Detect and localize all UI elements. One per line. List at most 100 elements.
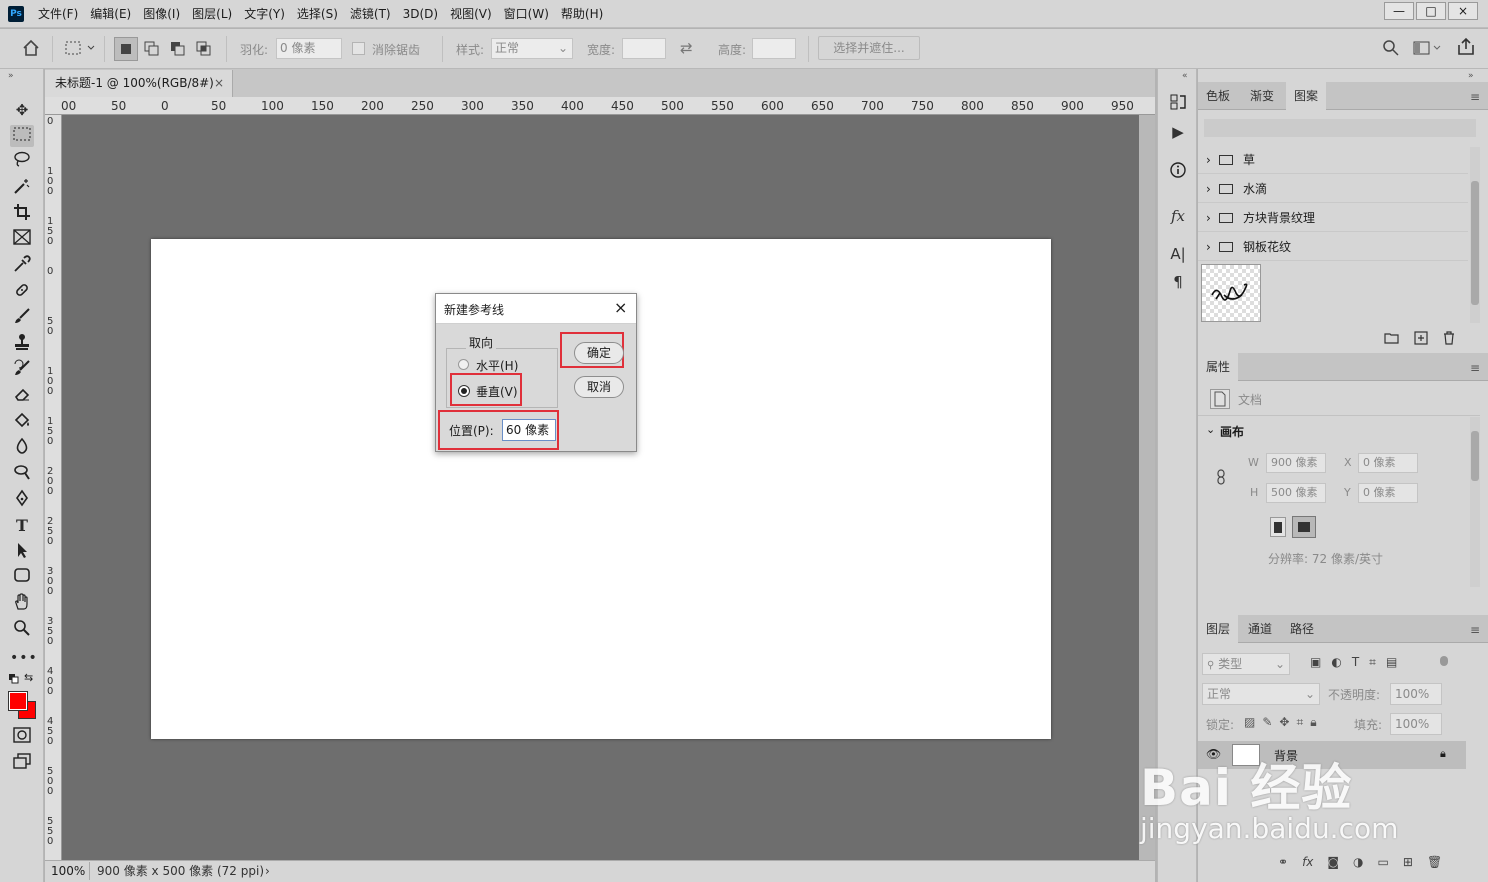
- subtract-selection-icon[interactable]: [168, 39, 188, 62]
- healing-brush-tool-icon[interactable]: [10, 281, 34, 303]
- tab-swatches[interactable]: 色板: [1198, 82, 1238, 110]
- frame-tool-icon[interactable]: [10, 229, 34, 251]
- canvas-x-input[interactable]: 0 像素: [1358, 453, 1418, 473]
- position-input[interactable]: 60 像素: [502, 419, 556, 441]
- adjustment-filter-icon[interactable]: ◐: [1331, 655, 1341, 670]
- canvas-width-input[interactable]: 900 像素: [1266, 453, 1326, 473]
- add-selection-icon[interactable]: [142, 39, 162, 62]
- panel-menu-icon[interactable]: ≡: [1470, 361, 1480, 375]
- type-filter-icon[interactable]: T: [1352, 655, 1359, 670]
- zoom-level[interactable]: 100%: [51, 861, 85, 881]
- pattern-folder[interactable]: › 水滴: [1198, 175, 1468, 203]
- close-tab-icon[interactable]: ×: [214, 70, 224, 97]
- pen-tool-icon[interactable]: [10, 489, 34, 511]
- tab-layers[interactable]: 图层: [1198, 615, 1239, 643]
- screen-mode-icon[interactable]: [10, 753, 34, 775]
- menu-file[interactable]: 文件(F): [32, 0, 84, 28]
- share-icon[interactable]: [1456, 37, 1476, 60]
- canvas-height-input[interactable]: 500 像素: [1266, 483, 1326, 503]
- vertical-ruler[interactable]: 0 1 0 0 1 5 0 0 5 0 1 0 0 1 5 0 2 0 0 2 5 0 3 0 0…: [45, 115, 62, 860]
- eraser-tool-icon[interactable]: [10, 385, 34, 407]
- menu-help[interactable]: 帮助(H): [555, 0, 609, 28]
- default-colors-icon[interactable]: [8, 673, 20, 688]
- blend-mode-select[interactable]: 正常 ⌄: [1202, 683, 1320, 705]
- paint-bucket-tool-icon[interactable]: [10, 411, 34, 433]
- more-tools-icon[interactable]: •••: [10, 647, 37, 669]
- new-pattern-icon[interactable]: [1414, 331, 1428, 348]
- pattern-folder[interactable]: › 钢板花纹: [1198, 233, 1468, 261]
- menu-layer[interactable]: 图层(L): [186, 0, 238, 28]
- properties-scrollbar[interactable]: [1470, 417, 1480, 587]
- tab-paths[interactable]: 路径: [1282, 615, 1322, 643]
- menu-filter[interactable]: 滤镜(T): [344, 0, 397, 28]
- menu-select[interactable]: 选择(S): [291, 0, 344, 28]
- style-select[interactable]: 正常 ⌄: [491, 38, 573, 59]
- shape-filter-icon[interactable]: ⌗: [1369, 655, 1376, 670]
- history-panel-icon[interactable]: [1166, 93, 1190, 115]
- minimize-button[interactable]: —: [1384, 2, 1414, 20]
- trash-icon[interactable]: [1442, 331, 1456, 348]
- zoom-tool-icon[interactable]: [10, 619, 34, 641]
- landscape-orientation-icon[interactable]: [1292, 516, 1316, 538]
- crop-tool-icon[interactable]: [10, 203, 34, 225]
- menu-window[interactable]: 窗口(W): [498, 0, 555, 28]
- horizontal-radio[interactable]: [458, 359, 469, 370]
- antialias-checkbox[interactable]: [352, 42, 365, 55]
- link-icon[interactable]: [1216, 469, 1226, 488]
- tab-patterns[interactable]: 图案: [1286, 82, 1327, 110]
- workspace-icon[interactable]: [1412, 39, 1442, 60]
- horizontal-ruler[interactable]: 00 50 0 50 100 150 200 250 300 350 400 450 500 550 600…: [45, 97, 1155, 115]
- search-icon[interactable]: [1382, 39, 1400, 60]
- menu-edit[interactable]: 编辑(E): [84, 0, 137, 28]
- menu-type[interactable]: 文字(Y): [238, 0, 291, 28]
- intersect-selection-icon[interactable]: [194, 39, 214, 62]
- quick-mask-icon[interactable]: [10, 727, 34, 749]
- smart-object-filter-icon[interactable]: ▤: [1386, 655, 1397, 670]
- pattern-search-bar[interactable]: [1204, 119, 1476, 137]
- cancel-button[interactable]: 取消: [574, 376, 624, 398]
- lock-artboard-icon[interactable]: ⌗: [1296, 715, 1303, 730]
- feather-input[interactable]: 0 像素: [276, 38, 342, 59]
- new-selection-icon[interactable]: [114, 37, 138, 61]
- panel-menu-icon[interactable]: ≡: [1470, 623, 1480, 637]
- portrait-orientation-icon[interactable]: [1270, 517, 1286, 537]
- expand-icon[interactable]: »: [1468, 71, 1474, 81]
- vertical-radio[interactable]: [458, 385, 470, 397]
- actions-play-icon[interactable]: ▶: [1166, 121, 1190, 143]
- swap-dimensions-icon[interactable]: ⇄: [680, 39, 693, 57]
- hand-tool-icon[interactable]: [10, 593, 34, 615]
- clone-stamp-tool-icon[interactable]: [10, 333, 34, 355]
- layer-filter-select[interactable]: ⚲ 类型 ⌄: [1202, 653, 1290, 675]
- new-group-icon[interactable]: [1384, 331, 1400, 348]
- collapse-icon[interactable]: »: [8, 71, 14, 81]
- menu-image[interactable]: 图像(I): [137, 0, 186, 28]
- styles-fx-icon[interactable]: fx: [1166, 205, 1190, 227]
- menu-view[interactable]: 视图(V): [444, 0, 498, 28]
- ok-button[interactable]: 确定: [574, 342, 624, 364]
- eyedropper-tool-icon[interactable]: [10, 255, 34, 277]
- panel-menu-icon[interactable]: ≡: [1470, 90, 1480, 104]
- height-input[interactable]: [752, 38, 796, 59]
- fill-input[interactable]: 100%: [1390, 713, 1442, 735]
- history-brush-tool-icon[interactable]: [10, 359, 34, 381]
- filter-toggle-icon[interactable]: [1440, 656, 1448, 666]
- tab-properties[interactable]: 属性: [1198, 353, 1239, 381]
- patterns-scrollbar[interactable]: [1470, 147, 1480, 323]
- magic-wand-tool-icon[interactable]: [10, 177, 34, 199]
- lasso-tool-icon[interactable]: [10, 151, 34, 173]
- character-panel-icon[interactable]: A|: [1166, 243, 1190, 265]
- canvas-y-input[interactable]: 0 像素: [1358, 483, 1418, 503]
- path-selection-tool-icon[interactable]: [10, 541, 34, 563]
- pattern-folder[interactable]: › 草: [1198, 146, 1468, 174]
- tab-gradients[interactable]: 渐变: [1242, 82, 1282, 110]
- brush-tool-icon[interactable]: [10, 307, 34, 329]
- maximize-button[interactable]: □: [1416, 2, 1446, 20]
- chevron-down-icon[interactable]: ⌄: [1206, 423, 1215, 436]
- tab-channels[interactable]: 通道: [1240, 615, 1280, 643]
- home-icon[interactable]: [22, 39, 40, 60]
- collapse-icon[interactable]: «: [1182, 71, 1188, 81]
- pixel-filter-icon[interactable]: ▣: [1310, 655, 1321, 670]
- menu-3d[interactable]: 3D(D): [397, 0, 444, 28]
- move-tool-icon[interactable]: ✥: [10, 99, 34, 121]
- lock-transparent-icon[interactable]: ▨: [1244, 715, 1255, 730]
